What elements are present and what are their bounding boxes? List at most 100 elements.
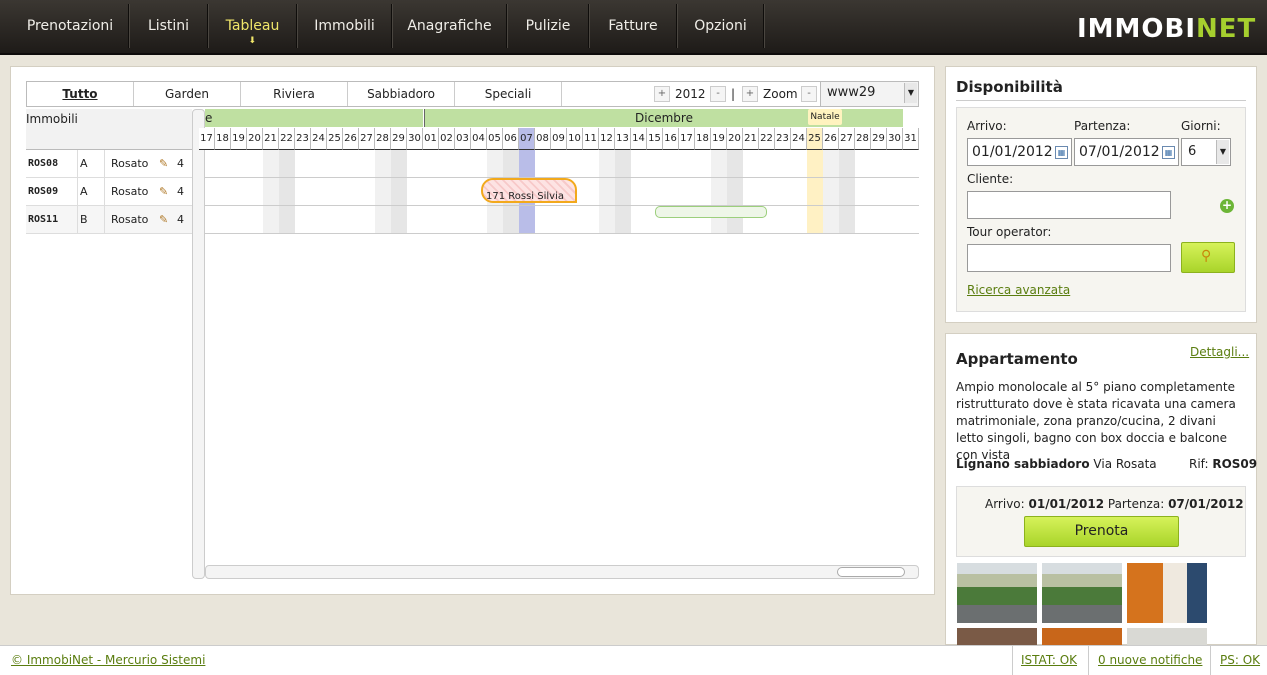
tab-garden[interactable]: Garden (134, 82, 241, 106)
nav-fatture[interactable]: Fatture (590, 4, 677, 48)
day-column (839, 150, 855, 234)
row-cat: A (78, 178, 105, 205)
title-divider (956, 100, 1246, 101)
table-row[interactable]: ROS09 A Rosato ✎ 4 (26, 178, 192, 206)
day-column (279, 150, 295, 234)
day-cell: 10 (567, 128, 583, 150)
day-cell: 11 (583, 128, 599, 150)
apartment-photo[interactable] (1042, 563, 1122, 623)
year-minus-button[interactable]: - (710, 86, 726, 102)
day-column (391, 150, 407, 234)
day-column (215, 150, 231, 234)
day-column (583, 150, 599, 234)
row-cat: B (78, 206, 105, 233)
day-cell: 27 (839, 128, 855, 150)
row-cat: A (78, 150, 105, 177)
day-cell: 16 (663, 128, 679, 150)
day-cell: 06 (503, 128, 519, 150)
day-cell: 29 (391, 128, 407, 150)
day-cell: 19 (711, 128, 727, 150)
day-cell: 01 (423, 128, 439, 150)
notifiche-link[interactable]: 0 nuove notifiche (1098, 653, 1202, 667)
appartamento-title: Appartamento (956, 350, 1078, 368)
zoom-minus-button[interactable]: - (801, 86, 817, 102)
nav-anagrafiche[interactable]: Anagrafiche (393, 4, 507, 48)
table-row[interactable]: ROS11 B Rosato ✎ 4 (26, 206, 192, 234)
zoom-label: Zoom (763, 87, 798, 101)
day-cell: 21 (743, 128, 759, 150)
year-plus-button[interactable]: + (654, 86, 670, 102)
day-cell: 23 (295, 128, 311, 150)
day-column (247, 150, 263, 234)
nav-pulizie[interactable]: Pulizie (508, 4, 589, 48)
location: Lignano sabbiadoro Via Rosata (956, 457, 1157, 471)
prenota-button[interactable]: Prenota (1024, 516, 1179, 547)
day-column (343, 150, 359, 234)
nav-tableau[interactable]: Tableau ⬇ (209, 4, 297, 48)
booking-block[interactable]: 171 Rossi Silvia (481, 178, 577, 203)
day-column (903, 150, 919, 234)
day-column (295, 150, 311, 234)
nav-listini[interactable]: Listini (130, 4, 208, 48)
tab-tutto[interactable]: Tutto (27, 82, 134, 106)
istat-status[interactable]: ISTAT: OK (1021, 653, 1077, 667)
apartment-photo[interactable] (1127, 563, 1207, 623)
view-select[interactable]: www29 ▼ (820, 82, 918, 106)
day-cell: 18 (215, 128, 231, 150)
apartment-photo[interactable] (957, 628, 1037, 645)
add-client-icon[interactable]: + (1220, 199, 1234, 213)
day-column (855, 150, 871, 234)
ps-status[interactable]: PS: OK (1220, 653, 1260, 667)
apartment-photo[interactable] (1127, 628, 1207, 645)
nav-label: Prenotazioni (26, 18, 114, 34)
day-cell: 22 (759, 128, 775, 150)
day-cell: 27 (359, 128, 375, 150)
calendar-icon[interactable]: ▦ (1055, 146, 1068, 159)
day-column (807, 150, 823, 234)
day-column (791, 150, 807, 234)
nav-immobili[interactable]: Immobili (298, 4, 392, 48)
day-column (887, 150, 903, 234)
tab-speciali[interactable]: Speciali (455, 82, 562, 106)
zoom-plus-button[interactable]: + (742, 86, 758, 102)
partenza-label: Partenza: (1074, 119, 1131, 133)
arrivo-field[interactable]: 01/01/2012 ▦ (967, 138, 1072, 166)
tab-sabbiadoro[interactable]: Sabbiadoro (348, 82, 455, 106)
year-value: 2012 (675, 87, 706, 101)
ricerca-avanzata-link[interactable]: Ricerca avanzata (967, 283, 1070, 297)
chevron-down-icon: ▼ (1216, 140, 1229, 164)
giorni-select[interactable]: 6 ▼ (1181, 138, 1231, 166)
apartment-photo[interactable] (1042, 628, 1122, 645)
day-cell: 09 (551, 128, 567, 150)
disponibilita-title: Disponibilità (956, 78, 1063, 96)
nav-opzioni[interactable]: Opzioni (678, 4, 764, 48)
top-nav: Prenotazioni Listini Tableau ⬇ Immobili A… (0, 0, 1267, 55)
table-row[interactable]: ROS08 A Rosato ✎ 4 (26, 150, 192, 178)
nav-label: Listini (147, 18, 190, 34)
tour-operator-field[interactable] (967, 244, 1171, 272)
partenza-field[interactable]: 07/01/2012 ▦ (1074, 138, 1179, 166)
day-cell: 22 (279, 128, 295, 150)
row-code: ROS08 (26, 150, 78, 177)
day-cell: 30 (887, 128, 903, 150)
day-column (359, 150, 375, 234)
row-name: Rosato ✎ 4 (105, 206, 192, 233)
tab-riviera[interactable]: Riviera (241, 82, 348, 106)
apartment-photo[interactable] (957, 563, 1037, 623)
footer: © ImmobiNet - Mercurio Sistemi ISTAT: OK… (0, 645, 1267, 675)
dettagli-link[interactable]: Dettagli... (1190, 345, 1249, 359)
calendar-icon[interactable]: ▦ (1162, 146, 1175, 159)
day-column (871, 150, 887, 234)
day-column (695, 150, 711, 234)
day-cell: 17 (199, 128, 215, 150)
row-divider (205, 205, 919, 206)
cliente-field[interactable] (967, 191, 1171, 219)
copyright-link[interactable]: © ImmobiNet - Mercurio Sistemi (11, 653, 205, 667)
search-button[interactable]: ⚲ (1181, 242, 1235, 273)
day-cell: 05 (487, 128, 503, 150)
day-column (743, 150, 759, 234)
availability-bar[interactable] (655, 206, 767, 218)
nav-prenotazioni[interactable]: Prenotazioni (12, 4, 129, 48)
horizontal-scrollbar[interactable] (205, 565, 919, 579)
scroll-thumb[interactable] (837, 567, 905, 577)
